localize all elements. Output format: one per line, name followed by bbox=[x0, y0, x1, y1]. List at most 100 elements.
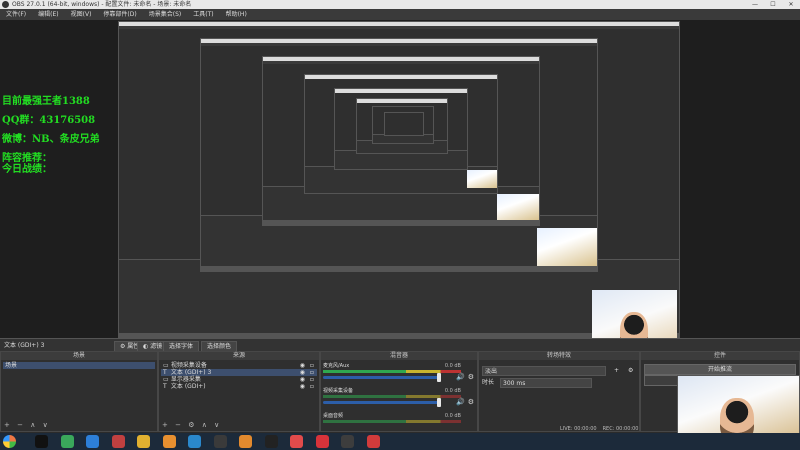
sources-dock: 来源 ▭ 视频采集设备 ◉ ▫ T 文本 (GDI+) 3 ◉ ▫ ▭ 显示器采… bbox=[158, 351, 320, 432]
speaker-icon[interactable]: 🔊 bbox=[456, 398, 465, 406]
text-icon: T bbox=[163, 383, 167, 390]
minimize-button[interactable]: — bbox=[746, 0, 764, 9]
move-source-up-button[interactable]: ∧ bbox=[202, 421, 207, 429]
window-title: OBS 27.0.1 (64-bit, windows) - 配置文件: 未命名… bbox=[12, 1, 192, 8]
source-label: 显示器采集 bbox=[170, 376, 201, 383]
nested-titlebar bbox=[305, 75, 497, 79]
nested-menubar bbox=[201, 43, 597, 46]
menu-file[interactable]: 文件(F) bbox=[0, 9, 32, 20]
start-streaming-button[interactable]: 开始推流 bbox=[644, 364, 796, 375]
display-icon: ▭ bbox=[163, 376, 169, 383]
webcam-preview bbox=[592, 290, 677, 338]
mixer-header: 混音器 bbox=[321, 352, 477, 360]
text-icon: T bbox=[163, 369, 167, 376]
overlay-text-main[interactable]: 目前最强王者1388 QQ群：43176508 微博：NB、条皮兄弟 阵容推荐：… bbox=[2, 92, 100, 175]
level-meter bbox=[323, 420, 461, 423]
eye-icon[interactable]: ◉ bbox=[300, 376, 305, 383]
camera-icon[interactable] bbox=[188, 435, 201, 448]
lock-icon[interactable]: ▫ bbox=[310, 362, 314, 369]
move-scene-down-button[interactable]: ∨ bbox=[43, 421, 48, 429]
sources-list: ▭ 视频采集设备 ◉ ▫ T 文本 (GDI+) 3 ◉ ▫ ▭ 显示器采集 ◉… bbox=[161, 362, 317, 390]
obs-logo-icon bbox=[2, 1, 9, 8]
rec-status: REC: 00:00:00 bbox=[602, 426, 639, 432]
scenes-list: 场景 bbox=[3, 362, 155, 369]
audio-mixer-dock: 混音器 麦克风/Aux 0.0 dB 🔊 ⚙ 视频采集设备 0.0 dB 🔊 ⚙… bbox=[320, 351, 478, 432]
nested-webcam bbox=[497, 194, 539, 220]
eye-icon[interactable]: ◉ bbox=[300, 369, 305, 376]
move-scene-up-button[interactable]: ∧ bbox=[30, 421, 35, 429]
source-item[interactable]: T 文本 (GDI+) ◉ ▫ bbox=[161, 383, 317, 390]
streamer-figure bbox=[620, 312, 648, 338]
window-titlebar: OBS 27.0.1 (64-bit, windows) - 配置文件: 未命名… bbox=[0, 0, 800, 9]
menu-docks[interactable]: 停靠部件(D) bbox=[97, 9, 142, 20]
transition-selector-row: 淡出 + ⚙ bbox=[482, 366, 636, 376]
media-icon[interactable] bbox=[366, 435, 380, 448]
chrome-icon[interactable] bbox=[137, 435, 150, 448]
overlay-line-results: 今日战绩： bbox=[2, 164, 52, 175]
music-icon[interactable] bbox=[290, 435, 303, 448]
nested-webcam bbox=[467, 170, 497, 188]
slider-handle[interactable] bbox=[436, 398, 441, 407]
menu-view[interactable]: 视图(V) bbox=[65, 9, 98, 20]
nested-menubar bbox=[119, 26, 679, 29]
obs-icon[interactable] bbox=[213, 435, 227, 448]
gear-icon[interactable]: ⚙ bbox=[468, 398, 474, 406]
move-source-down-button[interactable]: ∨ bbox=[214, 421, 219, 429]
duration-label: 时长 bbox=[482, 379, 495, 386]
overlay-line-rank: 目前最强王者1388 bbox=[2, 96, 90, 107]
source-label: 文本 (GDI+) bbox=[170, 383, 206, 390]
source-item[interactable]: ▭ 显示器采集 ◉ ▫ bbox=[161, 376, 317, 383]
remove-scene-button[interactable]: − bbox=[17, 421, 23, 429]
menu-help[interactable]: 帮助(H) bbox=[220, 9, 253, 20]
gear-icon[interactable]: ⚙ bbox=[468, 373, 474, 381]
lock-icon[interactable]: ▫ bbox=[310, 376, 314, 383]
source-item[interactable]: ▭ 视频采集设备 ◉ ▫ bbox=[161, 362, 317, 369]
close-button[interactable]: ✕ bbox=[782, 0, 800, 9]
lock-icon[interactable]: ▫ bbox=[310, 383, 314, 390]
nested-webcam bbox=[537, 228, 597, 266]
sogou-icon[interactable] bbox=[86, 435, 99, 448]
app-icon[interactable] bbox=[341, 435, 354, 448]
game-icon[interactable] bbox=[111, 435, 125, 448]
channel-name: 麦克风/Aux bbox=[323, 363, 350, 369]
transitions-dock: 转场特效 淡出 + ⚙ 时长 300 ms bbox=[478, 351, 640, 432]
menu-scene-collection[interactable]: 场景集合(S) bbox=[143, 9, 188, 20]
channel-name: 视频采集设备 bbox=[323, 388, 354, 394]
speaker-icon[interactable]: 🔊 bbox=[456, 373, 465, 381]
source-properties-button[interactable]: ⚙ bbox=[188, 421, 194, 429]
volume-slider[interactable] bbox=[323, 398, 441, 407]
add-source-button[interactable]: + bbox=[162, 421, 168, 429]
mail-icon[interactable] bbox=[162, 435, 176, 448]
menu-edit[interactable]: 编辑(E) bbox=[32, 9, 64, 20]
slider-handle[interactable] bbox=[436, 373, 441, 382]
window-controls: — ☐ ✕ bbox=[746, 0, 800, 9]
channel-db: 0.0 dB bbox=[444, 388, 461, 394]
channel-db: 0.0 dB bbox=[444, 363, 461, 369]
maximize-button[interactable]: ☐ bbox=[764, 0, 782, 9]
preview-canvas[interactable]: 目前最强王者1388 QQ群：43176508 微博：NB、条皮兄弟 阵容推荐：… bbox=[0, 20, 800, 338]
record-icon[interactable] bbox=[264, 435, 278, 448]
remove-source-button[interactable]: − bbox=[175, 421, 181, 429]
transition-select[interactable]: 淡出 bbox=[482, 366, 606, 376]
nested-titlebar bbox=[335, 89, 467, 93]
scene-item[interactable]: 场景 bbox=[3, 362, 155, 369]
qq-icon[interactable] bbox=[35, 435, 48, 448]
sources-footer: + − ⚙ ∧ ∨ bbox=[159, 420, 319, 430]
eye-icon[interactable]: ◉ bbox=[300, 362, 305, 369]
filters-label: 滤镜 bbox=[150, 343, 163, 350]
gear-icon[interactable]: ⚙ bbox=[628, 366, 633, 375]
file-icon[interactable] bbox=[239, 435, 252, 448]
start-button[interactable] bbox=[3, 435, 16, 448]
nested-menubar bbox=[263, 61, 539, 64]
lock-icon[interactable]: ▫ bbox=[310, 369, 314, 376]
add-transition-button[interactable]: + bbox=[614, 366, 619, 375]
video-icon[interactable] bbox=[60, 435, 74, 448]
duration-input[interactable]: 300 ms bbox=[500, 378, 592, 388]
menu-bar: 文件(F) 编辑(E) 视图(V) 停靠部件(D) 场景集合(S) 工具(T) … bbox=[0, 9, 800, 20]
source-item[interactable]: T 文本 (GDI+) 3 ◉ ▫ bbox=[161, 369, 317, 376]
add-scene-button[interactable]: + bbox=[4, 421, 10, 429]
menu-tools[interactable]: 工具(T) bbox=[187, 9, 219, 20]
eye-icon[interactable]: ◉ bbox=[300, 383, 305, 390]
volume-slider[interactable] bbox=[323, 373, 441, 382]
netease-icon[interactable] bbox=[315, 435, 329, 448]
